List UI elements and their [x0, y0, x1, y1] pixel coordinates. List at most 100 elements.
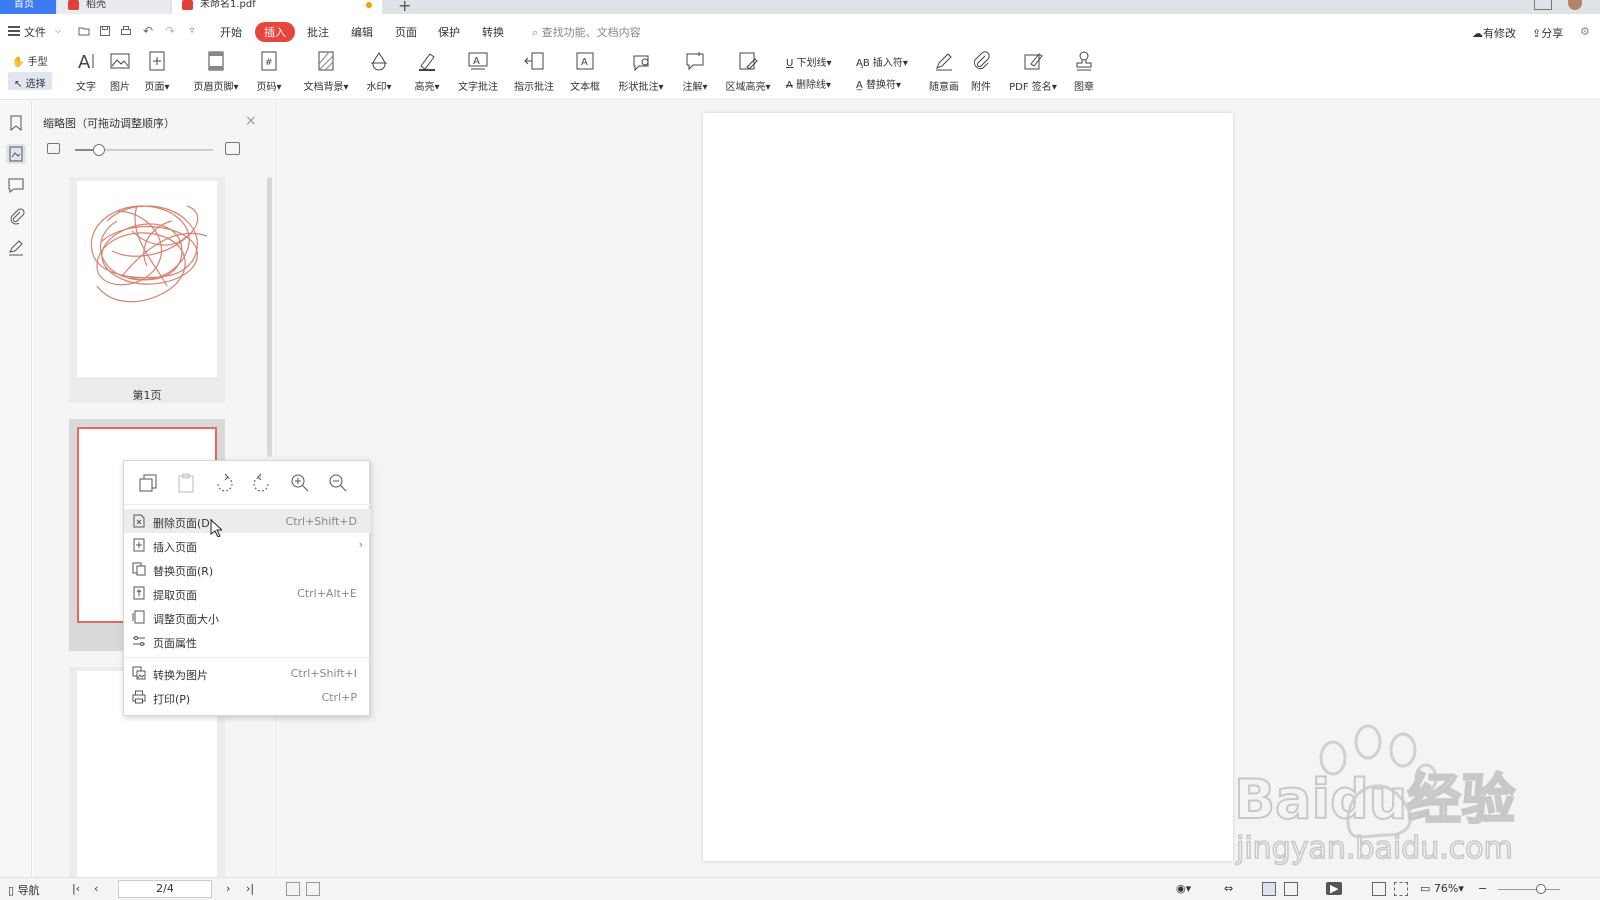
previous-page-icon[interactable]: ‹: [94, 882, 98, 895]
freehand-tool[interactable]: 随意画: [926, 50, 962, 93]
menu-page[interactable]: 页面: [395, 24, 417, 40]
underline-tool[interactable]: U 下划线▾: [786, 54, 832, 69]
hand-tool-button[interactable]: ✋ 手型: [12, 53, 48, 68]
note-tool[interactable]: 注解▾: [678, 50, 712, 93]
navigation-toggle[interactable]: ▯ 导航: [8, 882, 40, 898]
pdf-sign-tool[interactable]: PDF 签名▾: [1006, 50, 1060, 93]
menu-insert[interactable]: 插入: [255, 22, 295, 42]
header-footer-tool[interactable]: 页眉页脚▾: [188, 50, 244, 93]
shape-comment-tool[interactable]: 形状批注▾: [614, 50, 668, 93]
highlight-tool[interactable]: 高亮▾: [410, 50, 444, 93]
first-page-icon[interactable]: |‹: [72, 882, 80, 895]
search-input[interactable]: ⌕ 查找功能、文档内容: [532, 24, 641, 40]
previous-view-icon[interactable]: [286, 882, 300, 896]
save-icon[interactable]: [99, 25, 111, 37]
paste-icon[interactable]: [175, 472, 197, 494]
menu-item-convert-to-image[interactable]: 转换为图片 Ctrl+Shift+I: [124, 661, 371, 685]
zoom-in-icon[interactable]: [289, 472, 311, 494]
insert-symbol-tool[interactable]: A̧B 插入符▾: [856, 54, 908, 69]
thumbnail-page-1[interactable]: 第1页: [69, 177, 225, 403]
tab-straw[interactable]: 稻壳: [58, 0, 170, 14]
menu-start[interactable]: 开始: [220, 24, 242, 40]
share-button[interactable]: ⇪分享: [1532, 25, 1563, 41]
chevron-down-icon[interactable]: ⌵: [52, 25, 64, 37]
replace-symbol-tool[interactable]: A̲ 替换符▾: [856, 76, 901, 91]
panel-scrollbar[interactable]: [267, 177, 272, 457]
share-label: 分享: [1541, 27, 1564, 40]
settings-gear-icon[interactable]: ⚙: [1580, 25, 1590, 38]
new-tab-button[interactable]: +: [398, 0, 411, 15]
zoom-minus-button[interactable]: −: [1478, 882, 1487, 895]
actual-size-icon[interactable]: [1372, 882, 1386, 896]
textbox-tool[interactable]: A 文本框: [568, 50, 602, 93]
document-page[interactable]: [703, 113, 1233, 861]
text-tool[interactable]: A 文字: [72, 50, 100, 93]
eye-protection-icon[interactable]: ◉▾: [1176, 882, 1191, 895]
tab-bar: 首页 稻壳 未命名1.pdf +: [0, 0, 1600, 15]
menu-protect[interactable]: 保护: [438, 24, 460, 40]
file-menu[interactable]: 文件: [24, 24, 46, 40]
doc-background-tool[interactable]: 文档背景▾: [298, 50, 354, 93]
bookmark-icon[interactable]: [6, 113, 26, 133]
rotate-clockwise-icon[interactable]: [213, 472, 235, 494]
attachment-rail-icon[interactable]: [6, 206, 26, 226]
pointer-comment-tool[interactable]: 指示批注: [512, 50, 556, 93]
modified-button[interactable]: ☁有修改: [1472, 25, 1516, 41]
hamburger-icon[interactable]: [8, 26, 20, 36]
menu-item-resize-page[interactable]: 调整页面大小: [124, 605, 371, 629]
panel-close-button[interactable]: ×: [245, 113, 257, 129]
zoom-slider-knob[interactable]: [1536, 884, 1546, 894]
open-folder-icon[interactable]: [78, 25, 90, 37]
avatar[interactable]: [1568, 0, 1582, 10]
next-page-icon[interactable]: ›: [226, 882, 230, 895]
area-highlight-tool[interactable]: 区域高亮▾: [722, 50, 774, 93]
menu-item-replace-page[interactable]: 替换页面(R): [124, 557, 371, 581]
undo-icon[interactable]: ↶: [142, 25, 154, 37]
rotate-counterclockwise-icon[interactable]: [251, 472, 273, 494]
thumbnail-zoom-in-icon[interactable]: [225, 142, 240, 155]
menu-item-insert-page[interactable]: 插入页面 ›: [124, 533, 371, 557]
watermark-tool[interactable]: 水印▾: [362, 50, 396, 93]
page-number-input[interactable]: 2/4: [118, 880, 212, 898]
menu-edit[interactable]: 编辑: [351, 24, 373, 40]
window-layout-icon[interactable]: [1534, 0, 1552, 10]
signature-rail-icon[interactable]: [6, 237, 26, 257]
fit-page-icon[interactable]: [1394, 882, 1408, 896]
menu-convert[interactable]: 转换: [482, 24, 504, 40]
attachment-tool[interactable]: 附件: [968, 50, 994, 93]
menu-item-extract-page[interactable]: 提取页面 Ctrl+Alt+E: [124, 581, 371, 605]
thumbnail-icon[interactable]: [6, 144, 26, 164]
customize-quick-access-icon[interactable]: ▿: [186, 25, 198, 37]
last-page-icon[interactable]: ›|: [246, 882, 254, 895]
page-tool[interactable]: 页面▾: [140, 50, 174, 93]
fit-width-icon[interactable]: ⇔: [1224, 882, 1233, 895]
search-icon: ⌕: [532, 26, 539, 39]
page-tool-label-group: 页面▾: [144, 82, 170, 93]
single-page-view-icon[interactable]: [1262, 882, 1276, 896]
zoom-dropdown[interactable]: ▭ 76%▾: [1420, 882, 1464, 895]
menu-item-page-properties[interactable]: 页面属性: [124, 629, 371, 653]
text-comment-tool[interactable]: A 文字批注: [456, 50, 500, 93]
redo-icon[interactable]: ↷: [164, 25, 176, 37]
comment-icon[interactable]: [6, 175, 26, 195]
play-slideshow-icon[interactable]: ▶: [1326, 882, 1343, 895]
menu-comment[interactable]: 批注: [307, 24, 329, 40]
tab-document[interactable]: 未命名1.pdf: [172, 0, 382, 14]
double-page-view-icon[interactable]: [1284, 882, 1298, 896]
strikethrough-tool[interactable]: A 删除线▾: [786, 76, 831, 91]
thumbnail-size-slider-knob[interactable]: [93, 144, 105, 156]
menu-item-delete-page[interactable]: 删除页面(D) Ctrl+Shift+D: [124, 509, 371, 533]
image-tool[interactable]: 图片: [106, 50, 134, 93]
next-view-icon[interactable]: [306, 882, 320, 896]
tab-home[interactable]: 首页: [0, 0, 56, 14]
thumbnail-zoom-out-icon[interactable]: [47, 143, 60, 154]
zoom-out-icon[interactable]: [327, 472, 349, 494]
zoom-slider[interactable]: [1498, 889, 1560, 890]
cloud-icon: ☁: [1472, 27, 1483, 40]
copy-icon[interactable]: [137, 472, 159, 494]
page-number-tool[interactable]: # 页码▾: [252, 50, 286, 93]
hand-label: 手型: [27, 57, 48, 68]
print-icon[interactable]: [120, 25, 132, 37]
menu-item-print[interactable]: 打印(P) Ctrl+P: [124, 685, 371, 709]
stamp-tool[interactable]: 图章: [1070, 50, 1098, 93]
